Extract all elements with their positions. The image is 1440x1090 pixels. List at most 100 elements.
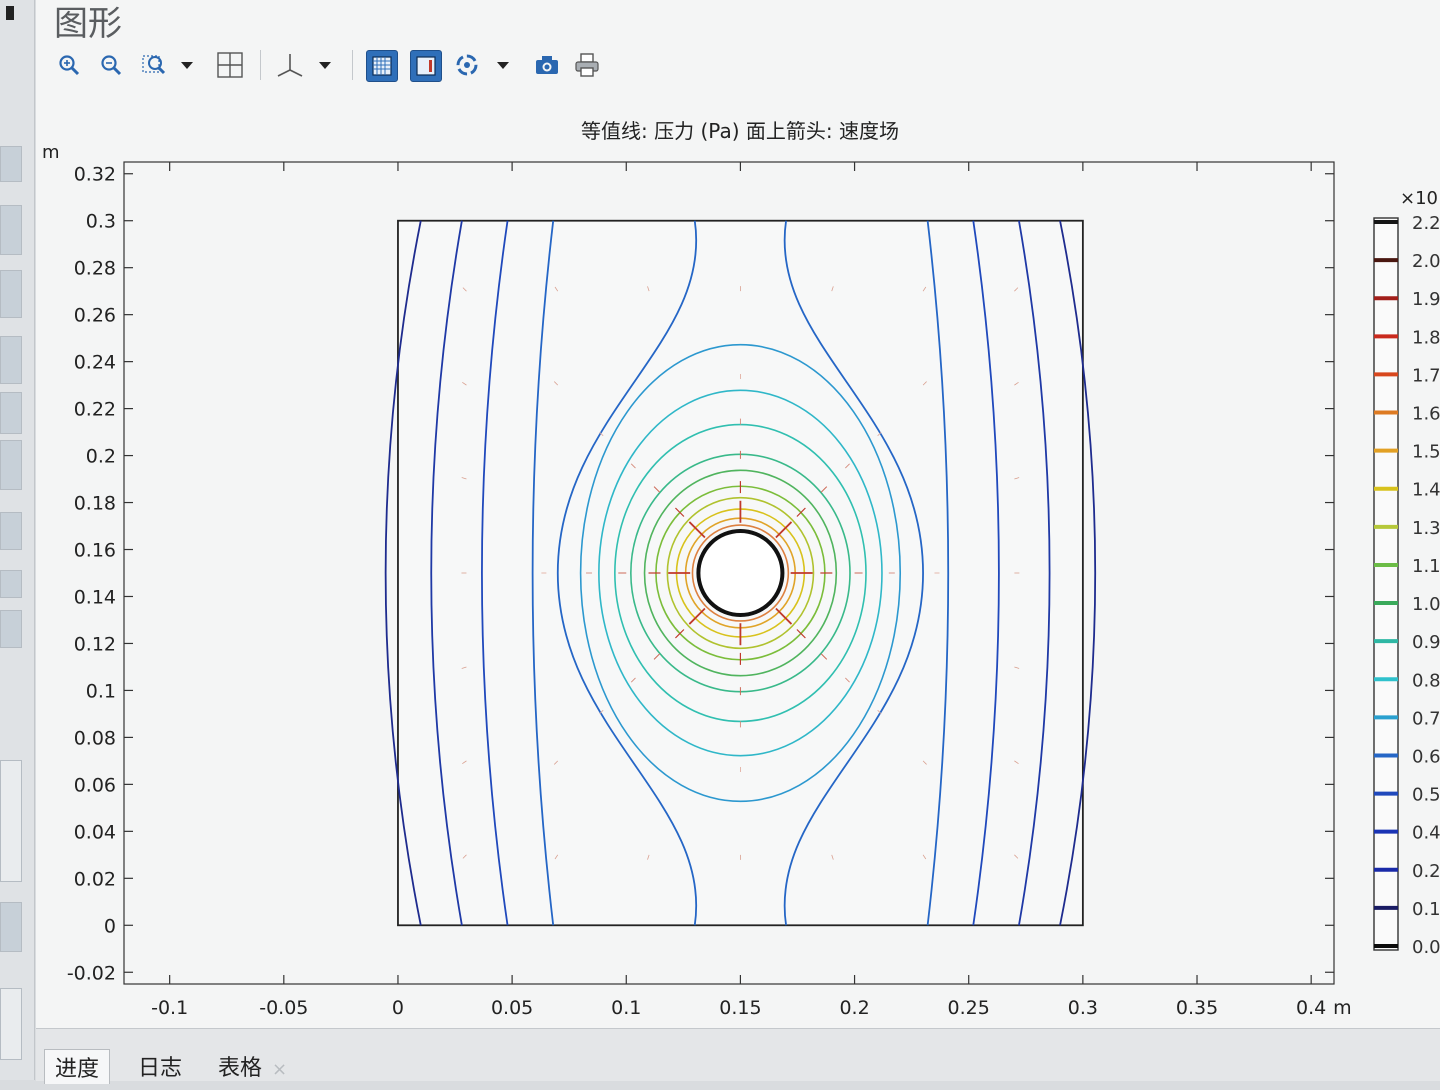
toolbar-separator [352, 50, 353, 80]
legend-label: 0.9 [1412, 632, 1440, 653]
x-tick-label: -0.1 [151, 997, 188, 1019]
domain-layer [384, 219, 1097, 927]
y-tick-label: 0.16 [74, 540, 116, 562]
camera-icon [536, 56, 558, 74]
print-icon [575, 53, 599, 77]
legend-label: 0.6 [1412, 746, 1440, 767]
gutter-tab-8[interactable] [0, 570, 22, 598]
y-tick-label: -0.02 [67, 962, 116, 984]
pin-icon[interactable] [6, 6, 14, 20]
left-gutter [0, 0, 35, 1080]
zoom-box-button[interactable] [54, 50, 84, 80]
tab-log[interactable]: 日志 [128, 1049, 192, 1083]
y-axis-unit: m [42, 142, 60, 163]
legend-label: 0.2 [1412, 861, 1440, 882]
grid-pan-icon [217, 52, 243, 78]
y-tick-label: 0.26 [74, 305, 116, 327]
legend-label: 1.1 [1412, 556, 1440, 577]
legend-toggle-button[interactable] [410, 50, 442, 82]
legend-label: 2.2 [1412, 213, 1440, 234]
y-tick-label: 0.06 [74, 774, 116, 796]
x-tick-label: -0.05 [259, 997, 308, 1019]
graphics-toolbar [50, 44, 670, 88]
y-tick-label: 0.08 [74, 727, 116, 749]
dropdown-arrow-icon [497, 62, 509, 69]
x-tick-label: 0.2 [839, 997, 869, 1019]
gutter-tab-6[interactable] [0, 440, 22, 490]
dropdown-arrow-icon [319, 62, 331, 69]
axis-icon [277, 54, 303, 77]
legend-label: 0.4 [1412, 823, 1440, 844]
legend-label: 1.9 [1412, 289, 1440, 310]
rotate-button[interactable] [452, 50, 482, 80]
y-tick-label: 0.2 [86, 446, 116, 468]
legend-label: 1.8 [1412, 327, 1440, 348]
y-tick-label: 0.18 [74, 493, 116, 515]
gutter-tab-11[interactable] [0, 902, 22, 952]
bottom-tab-bar: 进度 日志 表格 × [36, 1028, 1440, 1084]
tab-table-label: 表格 [218, 1056, 263, 1081]
y-tick-label: 0.22 [74, 399, 116, 421]
gutter-tab-7[interactable] [0, 512, 22, 550]
tab-log-label: 日志 [138, 1056, 183, 1081]
legend-label: 0.1 [1412, 899, 1440, 920]
gutter-tab-9[interactable] [0, 610, 22, 648]
dropdown-arrow-icon [181, 62, 193, 69]
legend-label: 1.3 [1412, 518, 1440, 539]
grid-toggle-icon [372, 56, 392, 76]
y-tick-label: 0.32 [74, 164, 116, 186]
legend-bar [1373, 217, 1399, 951]
y-tick-label: 0.14 [74, 586, 116, 608]
toolbar-separator [260, 50, 261, 80]
zoom-extents-button[interactable] [138, 50, 172, 80]
tab-progress[interactable]: 进度 [44, 1049, 111, 1084]
legend-label: 0.7 [1412, 708, 1440, 729]
x-tick-label: 0.15 [719, 997, 761, 1019]
legend-label: 1.4 [1412, 480, 1440, 501]
y-tick-label: 0.02 [74, 868, 116, 890]
tab-progress-label: 进度 [55, 1057, 100, 1082]
y-tick-label: 0.12 [74, 633, 116, 655]
grid-pan-button[interactable] [212, 50, 248, 80]
y-tick-label: 0.1 [86, 680, 116, 702]
zoom-out-icon [101, 55, 122, 76]
axis-dropdown-button[interactable] [314, 50, 336, 80]
legend-label: 2.0 [1412, 251, 1440, 272]
source-hole [696, 528, 785, 618]
rotate-dropdown-button[interactable] [492, 50, 514, 80]
legend-label: 0.0 [1412, 937, 1440, 958]
gutter-tab-3[interactable] [0, 270, 22, 318]
legend-label: 1.6 [1412, 404, 1440, 425]
grid-toggle-button[interactable] [366, 50, 398, 82]
y-tick-label: 0 [104, 915, 116, 937]
zoom-out-button[interactable] [96, 50, 126, 80]
x-tick-label: 0.25 [948, 997, 990, 1019]
plot-canvas[interactable]: 等值线: 压力 (Pa) 面上箭头: 速度场 m -0.1 -0.05 0 0.05 0… [36, 100, 1440, 1028]
gutter-tab-2[interactable] [0, 205, 22, 255]
gutter-tab-1[interactable] [0, 146, 22, 182]
gutter-tab-10[interactable] [0, 760, 22, 882]
close-icon[interactable]: × [272, 1059, 287, 1080]
legend-multiplier: ×10 [1400, 188, 1438, 209]
legend-label: 0.8 [1412, 670, 1440, 691]
x-tick-label: 0 [392, 997, 404, 1019]
y-tick-label: 0.3 [86, 211, 116, 233]
rotate-icon [456, 54, 478, 76]
x-tick-label: 0.05 [491, 997, 533, 1019]
axis-button[interactable] [272, 50, 308, 80]
color-legend: ×10 2.2 2.0 1.9 1.8 1.7 1.6 1.5 1.4 1.3 1.1 1.0 0.9 0… [1373, 188, 1440, 958]
zoom-dropdown-button[interactable] [176, 50, 198, 80]
camera-button[interactable] [532, 50, 562, 80]
gutter-tab-4[interactable] [0, 336, 22, 384]
print-button[interactable] [572, 50, 602, 80]
panel-title: 图形 [54, 4, 122, 44]
legend-label: 1.0 [1412, 594, 1440, 615]
zoom-box-icon [59, 55, 80, 76]
x-tick-label: 0.1 [611, 997, 641, 1019]
gutter-tab-5[interactable] [0, 392, 22, 434]
y-tick-label: 0.24 [74, 352, 116, 374]
x-tick-label: 0.3 [1068, 997, 1098, 1019]
y-tick-label: 0.04 [74, 821, 116, 843]
tab-table[interactable]: 表格 × [208, 1049, 297, 1083]
gutter-tab-12[interactable] [0, 988, 22, 1060]
